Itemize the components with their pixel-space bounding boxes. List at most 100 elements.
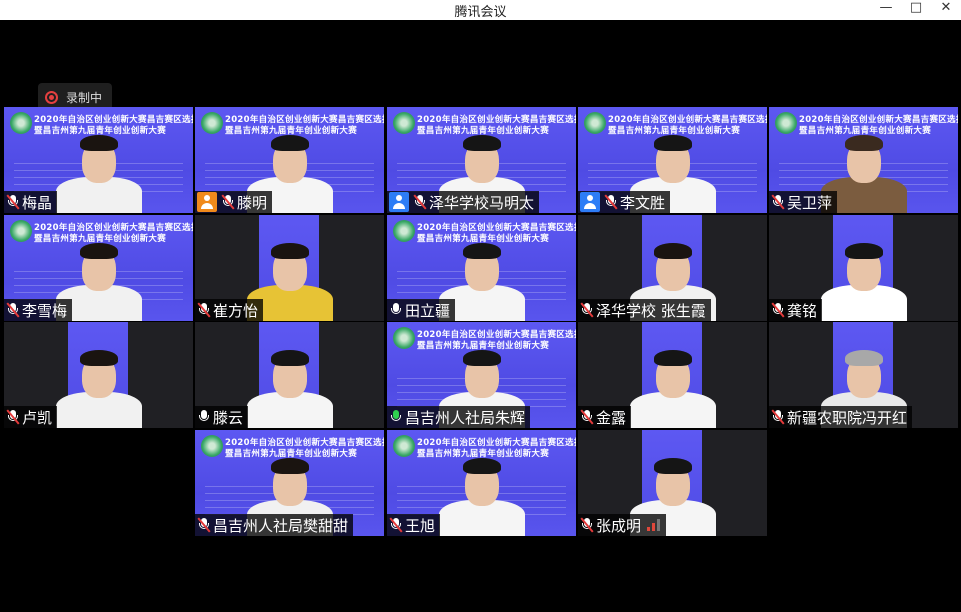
- participant-hair: [79, 243, 118, 259]
- participant-namebar: 梅晶: [4, 191, 58, 213]
- video-tile[interactable]: 2020年自治区创业创新大赛昌吉赛区选拔赛 暨昌吉州第九届青年创业创新大赛 滕明: [195, 107, 384, 213]
- signal-weak-icon: [647, 519, 661, 531]
- participant-name: 吴卫萍: [787, 193, 833, 212]
- participant-name: 滕明: [237, 193, 268, 212]
- event-logo-icon: [10, 220, 32, 242]
- mic-muted-icon: [413, 194, 427, 210]
- mic-muted-icon: [580, 409, 594, 425]
- mic-muted-icon: [197, 302, 211, 318]
- participant-video: [819, 241, 909, 321]
- mic-muted-icon: [771, 302, 785, 318]
- participant-video: [54, 348, 144, 428]
- video-tile[interactable]: 龚铭: [769, 215, 958, 321]
- participant-namebar: 泽华学校马明太: [387, 191, 540, 213]
- video-tile[interactable]: 2020年自治区创业创新大赛昌吉赛区选拔赛 暨昌吉州第九届青年创业创新大赛 李雪…: [4, 215, 193, 321]
- user-icon: [389, 192, 409, 212]
- video-tile[interactable]: 2020年自治区创业创新大赛昌吉赛区选拔赛 暨昌吉州第九届青年创业创新大赛 梅晶: [4, 107, 193, 213]
- participant-namebar: 田立疆: [387, 299, 456, 321]
- participant-hair: [844, 135, 883, 151]
- participant-hair: [270, 243, 309, 259]
- event-logo-icon: [201, 112, 223, 134]
- video-tile[interactable]: 滕云: [195, 322, 384, 428]
- participant-name: 王旭: [405, 516, 436, 535]
- participant-hair: [79, 135, 118, 151]
- participant-namebar: 昌吉州人社局樊甜甜: [195, 514, 354, 536]
- participant-hair: [653, 243, 692, 259]
- mic-muted-icon: [389, 517, 403, 533]
- mic-muted-icon: [771, 409, 785, 425]
- window-title: 腾讯会议: [454, 5, 507, 20]
- maximize-button[interactable]: □: [902, 0, 930, 20]
- video-tile[interactable]: 2020年自治区创业创新大赛昌吉赛区选拔赛 暨昌吉州第九届青年创业创新大赛 王旭: [387, 430, 576, 536]
- video-tile[interactable]: 2020年自治区创业创新大赛昌吉赛区选拔赛 暨昌吉州第九届青年创业创新大赛 李文…: [578, 107, 767, 213]
- participant-namebar: 滕云: [195, 406, 249, 428]
- participant-name: 新疆农职院冯开红: [787, 408, 908, 427]
- event-logo-icon: [393, 435, 415, 457]
- minimize-button[interactable]: —: [872, 0, 900, 20]
- participant-name: 泽华学校马明太: [429, 193, 535, 212]
- participant-name: 田立疆: [405, 301, 451, 320]
- video-tile[interactable]: 泽华学校 张生霞: [578, 215, 767, 321]
- participant-namebar: 昌吉州人社局朱辉: [387, 406, 531, 428]
- video-tile[interactable]: 2020年自治区创业创新大赛昌吉赛区选拔赛 暨昌吉州第九届青年创业创新大赛 田立…: [387, 215, 576, 321]
- video-tile[interactable]: 张成明: [578, 430, 767, 536]
- participant-hair: [462, 135, 501, 151]
- participant-hair: [462, 243, 501, 259]
- event-logo-icon: [201, 435, 223, 457]
- record-icon: [45, 90, 58, 104]
- participant-namebar: 滕明: [195, 191, 273, 213]
- participant-hair: [270, 135, 309, 151]
- participant-hair: [462, 458, 501, 474]
- mic-muted-icon: [6, 302, 20, 318]
- participant-name: 李文胜: [620, 193, 666, 212]
- participant-hair: [79, 350, 118, 366]
- mic-muted-icon: [580, 302, 594, 318]
- participant-namebar: 王旭: [387, 514, 441, 536]
- mic-muted-icon: [197, 517, 211, 533]
- video-tile[interactable]: 金露: [578, 322, 767, 428]
- mic-muted-icon: [6, 409, 20, 425]
- video-tile[interactable]: 崔方怡: [195, 215, 384, 321]
- participant-name: 卢凯: [22, 408, 53, 427]
- participant-name: 李雪梅: [22, 301, 68, 320]
- participant-namebar: 泽华学校 张生霞: [578, 299, 711, 321]
- participant-hair: [462, 350, 501, 366]
- video-tile[interactable]: 2020年自治区创业创新大赛昌吉赛区选拔赛 暨昌吉州第九届青年创业创新大赛 吴卫…: [769, 107, 958, 213]
- participant-hair: [844, 350, 883, 366]
- event-logo-icon: [393, 327, 415, 349]
- participant-namebar: 卢凯: [4, 406, 58, 428]
- video-tile[interactable]: 2020年自治区创业创新大赛昌吉赛区选拔赛 暨昌吉州第九届青年创业创新大赛 昌吉…: [387, 322, 576, 428]
- participant-namebar: 李文胜: [578, 191, 671, 213]
- close-button[interactable]: ✕: [932, 0, 960, 20]
- participant-video: [628, 348, 718, 428]
- user-icon: [580, 192, 600, 212]
- video-tile[interactable]: 2020年自治区创业创新大赛昌吉赛区选拔赛 暨昌吉州第九届青年创业创新大赛 泽华…: [387, 107, 576, 213]
- user-icon: [197, 192, 217, 212]
- participant-video: [54, 133, 144, 213]
- video-tile[interactable]: 新疆农职院冯开红: [769, 322, 958, 428]
- video-gallery: 录制中 2020年自治区创业创新大赛昌吉赛区选拔赛 暨昌吉州第九届青年创业创新大…: [4, 20, 961, 612]
- mic-muted-icon: [221, 194, 235, 210]
- mic-muted-icon: [6, 194, 20, 210]
- participant-namebar: 龚铭: [769, 299, 823, 321]
- event-logo-icon: [10, 112, 32, 134]
- video-tile[interactable]: 卢凯: [4, 322, 193, 428]
- participant-name: 金露: [596, 408, 627, 427]
- participant-namebar: 新疆农职院冯开红: [769, 406, 913, 428]
- participant-video: [245, 348, 335, 428]
- participant-name: 张成明: [596, 516, 642, 535]
- event-logo-icon: [775, 112, 797, 134]
- mic-muted-icon: [580, 517, 594, 533]
- video-tile[interactable]: 2020年自治区创业创新大赛昌吉赛区选拔赛 暨昌吉州第九届青年创业创新大赛 昌吉…: [195, 430, 384, 536]
- title-bar: 腾讯会议 — □ ✕: [0, 0, 961, 20]
- participant-namebar: 张成明: [578, 514, 667, 536]
- participant-name: 滕云: [213, 408, 244, 427]
- participant-name: 梅晶: [22, 193, 53, 212]
- mic-muted-icon: [604, 194, 618, 210]
- participant-name: 龚铭: [787, 301, 818, 320]
- recording-label: 录制中: [66, 90, 103, 105]
- mic-icon: [389, 409, 403, 425]
- participant-hair: [844, 243, 883, 259]
- participant-name: 昌吉州人社局朱辉: [405, 408, 526, 427]
- participant-name: 崔方怡: [213, 301, 259, 320]
